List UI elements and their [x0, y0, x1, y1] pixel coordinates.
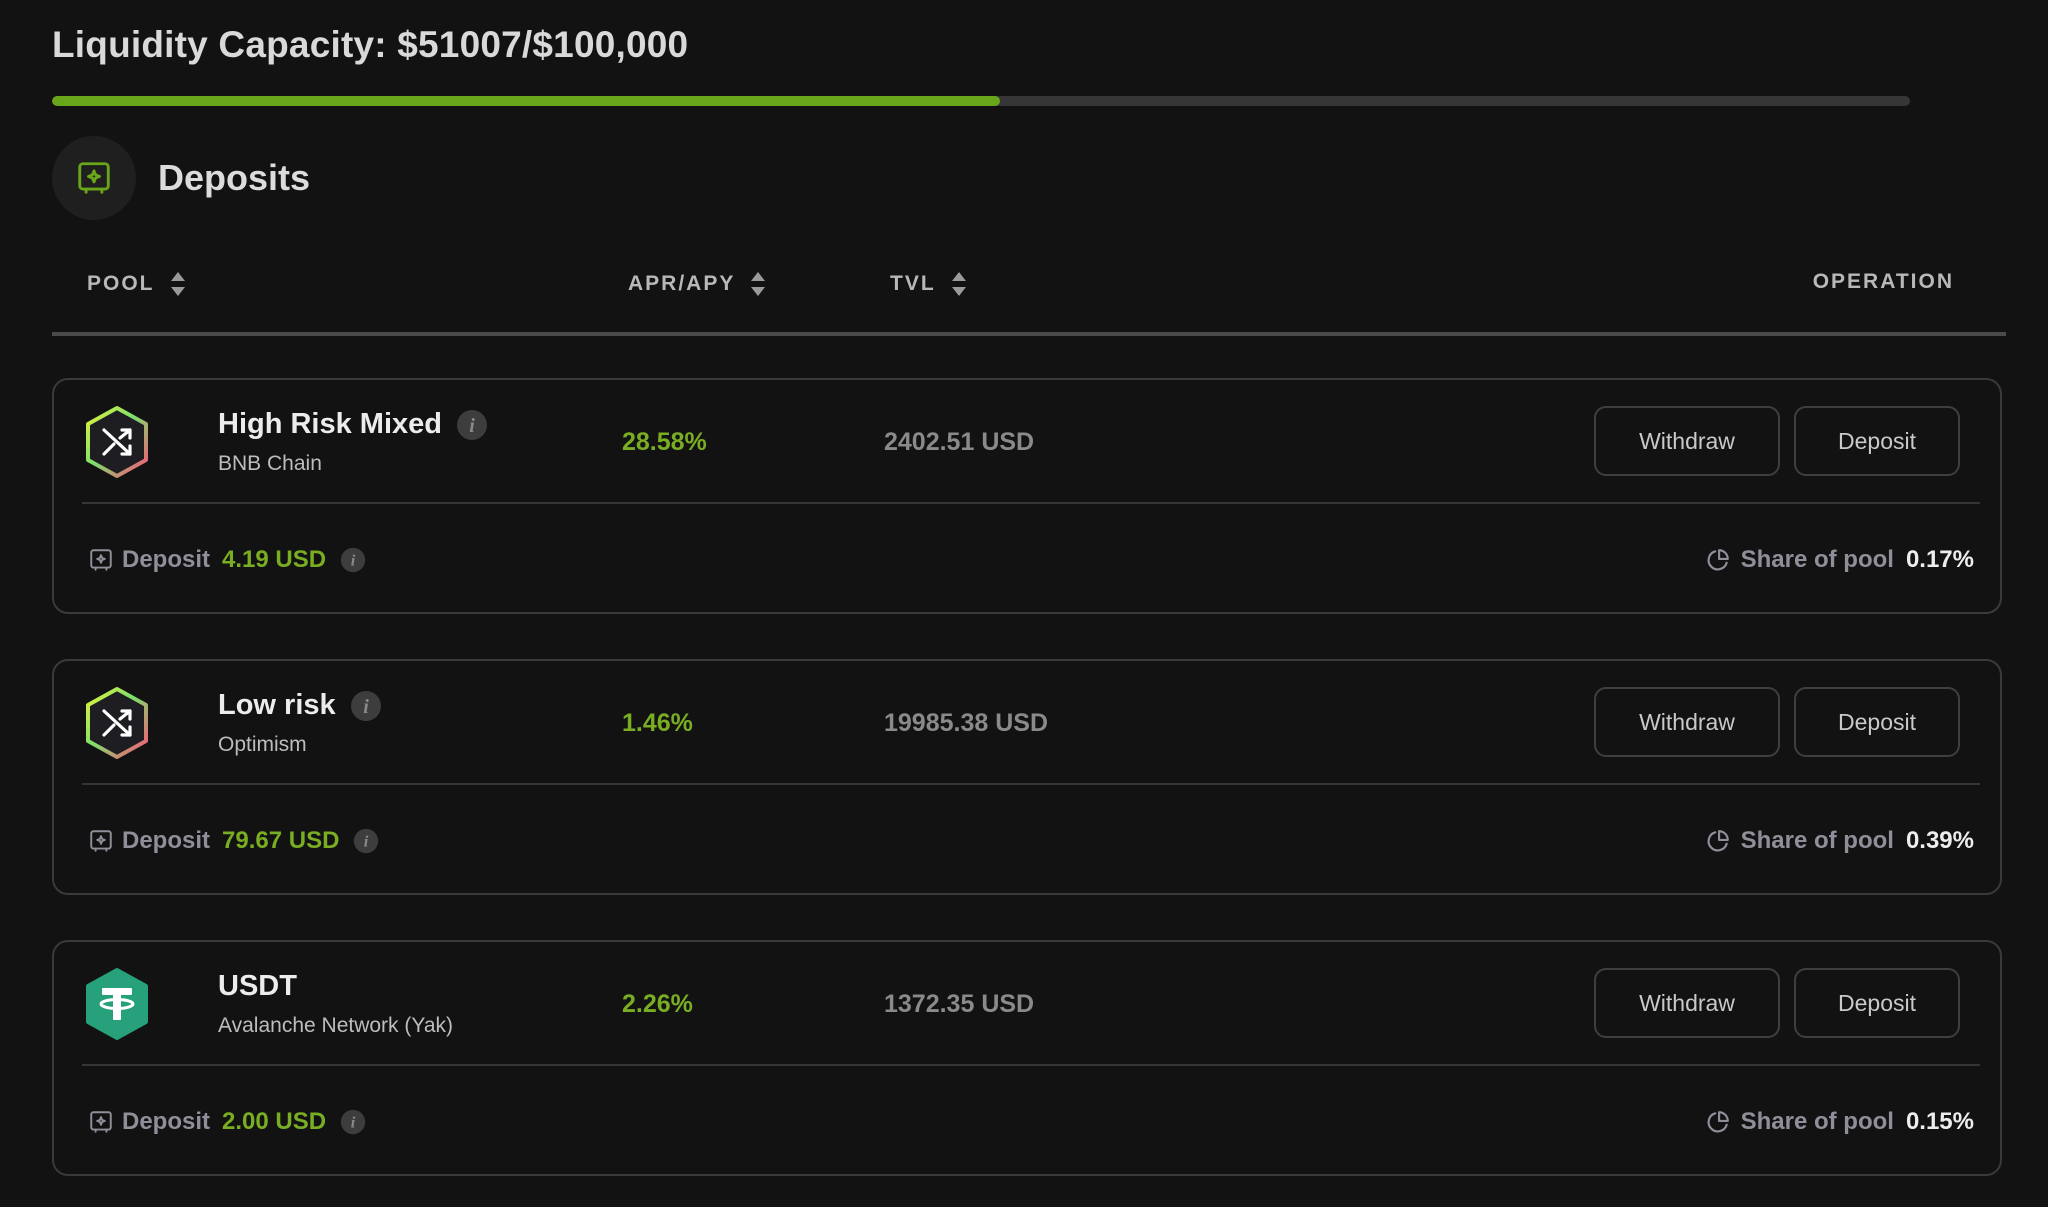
- share-label: Share of pool: [1740, 1108, 1894, 1135]
- tether-icon: [82, 966, 152, 1042]
- share-of-pool: Share of pool 0.39%: [1705, 827, 1974, 855]
- pie-chart-icon: [1705, 828, 1731, 854]
- safe-icon: [88, 547, 114, 573]
- column-header-apr[interactable]: APR/APY: [628, 270, 767, 298]
- card-divider: [82, 783, 1980, 785]
- deposit-amount: 79.67 USD: [222, 827, 340, 854]
- share-label: Share of pool: [1740, 546, 1894, 573]
- deposit-summary: Deposit 2.00 USD i: [88, 1108, 366, 1136]
- pool-name: Low risk: [218, 689, 336, 721]
- pool-name-row: Low risk i: [218, 689, 382, 722]
- column-header-tvl-label: TVL: [890, 272, 936, 295]
- pool-name-row: High Risk Mixed i: [218, 408, 488, 441]
- safe-icon: [52, 136, 136, 220]
- column-header-apr-label: APR/APY: [628, 272, 736, 295]
- deposit-button[interactable]: Deposit: [1794, 406, 1960, 476]
- deposits-section-header: Deposits: [52, 136, 310, 220]
- pool-chain: BNB Chain: [218, 452, 322, 475]
- withdraw-button[interactable]: Withdraw: [1594, 406, 1780, 476]
- deposit-button[interactable]: Deposit: [1794, 687, 1960, 757]
- pool-name-row: USDT: [218, 970, 297, 1003]
- svg-text:i: i: [363, 696, 369, 718]
- deposit-summary: Deposit 4.19 USD i: [88, 546, 366, 574]
- svg-text:i: i: [364, 833, 369, 851]
- share-of-pool: Share of pool 0.15%: [1705, 1108, 1974, 1136]
- info-icon[interactable]: i: [340, 547, 366, 573]
- pie-chart-icon: [1705, 1109, 1731, 1135]
- info-icon[interactable]: i: [350, 690, 382, 722]
- safe-icon: [88, 1109, 114, 1135]
- pool-name: USDT: [218, 970, 297, 1002]
- deposit-label: Deposit: [122, 1108, 211, 1135]
- svg-text:i: i: [351, 552, 356, 570]
- deposit-summary: Deposit 79.67 USD i: [88, 827, 379, 855]
- column-header-tvl[interactable]: TVL: [890, 270, 968, 298]
- pool-chain: Optimism: [218, 733, 307, 756]
- deposit-amount: 4.19 USD: [222, 546, 327, 573]
- info-icon[interactable]: i: [353, 828, 379, 854]
- info-icon[interactable]: i: [340, 1109, 366, 1135]
- table-header: POOL APR/APY TVL OPERATION: [52, 262, 2006, 336]
- pie-chart-icon: [1705, 547, 1731, 573]
- column-header-operation-label: OPERATION: [1812, 270, 1954, 293]
- deposit-label: Deposit: [122, 546, 211, 573]
- pool-apr: 1.46%: [622, 709, 693, 737]
- pool-apr: 28.58%: [622, 428, 707, 456]
- svg-text:i: i: [469, 415, 475, 437]
- deposit-amount: 2.00 USD: [222, 1108, 327, 1135]
- card-divider: [82, 502, 1980, 504]
- section-title: Deposits: [158, 157, 311, 198]
- shuffle-hexagon-icon: [82, 404, 152, 480]
- pool-name: High Risk Mixed: [218, 408, 442, 440]
- capacity-title: Liquidity Capacity: $51007/$100,000: [52, 24, 689, 65]
- capacity-progress-fill: [52, 96, 1000, 106]
- svg-text:i: i: [351, 1114, 356, 1132]
- pool-card-high-risk-mixed: High Risk Mixed i BNB Chain 28.58% 2402.…: [52, 378, 2002, 614]
- share-label: Share of pool: [1740, 827, 1894, 854]
- shuffle-hexagon-icon: [82, 685, 152, 761]
- deposit-label: Deposit: [122, 827, 211, 854]
- pool-tvl: 2402.51 USD: [884, 428, 1035, 456]
- share-value: 0.15%: [1905, 1108, 1974, 1135]
- column-header-pool-label: POOL: [87, 272, 155, 295]
- sort-icon[interactable]: [169, 270, 187, 298]
- pool-card-usdt: USDT Avalanche Network (Yak) 2.26% 1372.…: [52, 940, 2002, 1176]
- card-divider: [82, 1064, 1980, 1066]
- withdraw-button[interactable]: Withdraw: [1594, 687, 1780, 757]
- sort-icon[interactable]: [950, 270, 968, 298]
- share-value: 0.39%: [1905, 827, 1974, 854]
- share-of-pool: Share of pool 0.17%: [1705, 546, 1974, 574]
- pool-card-low-risk: Low risk i Optimism 1.46% 19985.38 USD W…: [52, 659, 2002, 895]
- pool-tvl: 19985.38 USD: [884, 709, 1049, 737]
- withdraw-button[interactable]: Withdraw: [1594, 968, 1780, 1038]
- pool-chain: Avalanche Network (Yak): [218, 1014, 453, 1037]
- sort-icon[interactable]: [749, 270, 767, 298]
- pool-tvl: 1372.35 USD: [884, 990, 1035, 1018]
- safe-icon: [88, 828, 114, 854]
- column-header-operation: OPERATION: [1813, 270, 1954, 294]
- column-header-pool[interactable]: POOL: [87, 270, 187, 298]
- capacity-progress-bar: [52, 96, 1910, 106]
- deposit-button[interactable]: Deposit: [1794, 968, 1960, 1038]
- info-icon[interactable]: i: [456, 409, 488, 441]
- pool-apr: 2.26%: [622, 990, 693, 1018]
- share-value: 0.17%: [1905, 546, 1974, 573]
